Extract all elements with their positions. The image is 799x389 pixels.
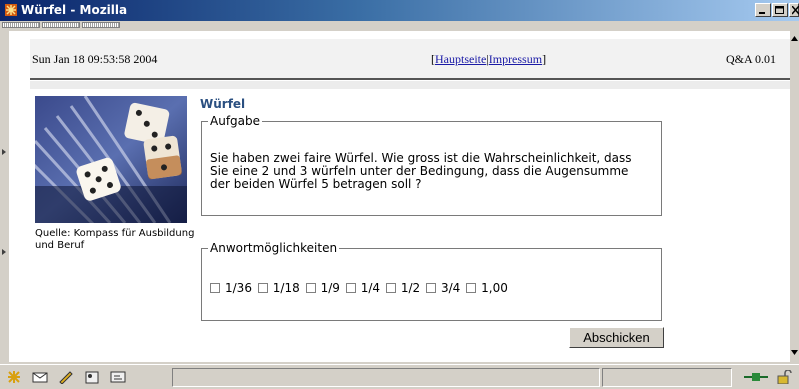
- expand-arrow-icon: [2, 149, 6, 155]
- task-text: Sie haben zwei faire Würfel. Wie gross i…: [210, 151, 632, 191]
- answer-label: 1/4: [360, 281, 381, 295]
- answer-checkbox[interactable]: [345, 283, 356, 293]
- answer-checkbox[interactable]: [257, 283, 268, 293]
- scroll-up-icon[interactable]: [790, 33, 799, 45]
- header-date: Sun Jan 18 09:53:58 2004: [32, 52, 158, 66]
- header-divider: [30, 78, 790, 80]
- answer-option[interactable]: 3/4: [425, 281, 461, 295]
- window-titlebar: Würfel - Mozilla: [0, 0, 799, 21]
- task-legend: Aufgabe: [210, 114, 261, 128]
- header-nav: [Hauptseite|Impressum]: [431, 52, 546, 67]
- page-viewport: Sun Jan 18 09:53:58 2004 [Hauptseite|Imp…: [9, 31, 790, 362]
- vertical-scrollbar[interactable]: [790, 31, 799, 362]
- irc-icon[interactable]: [110, 370, 126, 384]
- answer-checkbox[interactable]: [425, 283, 436, 293]
- online-plug-icon[interactable]: [744, 370, 768, 384]
- mail-icon[interactable]: [32, 370, 48, 384]
- page-title: Würfel: [200, 97, 246, 111]
- answer-option[interactable]: 1/4: [345, 281, 381, 295]
- submit-button[interactable]: Abschicken: [569, 327, 664, 348]
- answer-label: 1/2: [400, 281, 421, 295]
- link-impressum[interactable]: Impressum: [489, 52, 542, 66]
- progress-panel: [602, 368, 732, 387]
- mozilla-icon[interactable]: [6, 370, 22, 384]
- answer-options: 1/36 1/18 1/9 1/4 1/2 3/4 1,00: [210, 281, 510, 295]
- answer-option[interactable]: 1/9: [305, 281, 340, 295]
- nav-bracket: ]: [542, 52, 547, 66]
- image-source: Quelle: Kompass für Ausbildung und Beruf: [35, 228, 195, 251]
- addressbook-icon[interactable]: [84, 370, 100, 384]
- maximize-icon: [775, 6, 784, 14]
- answer-checkbox[interactable]: [210, 283, 220, 293]
- link-hauptseite[interactable]: Hauptseite: [435, 52, 486, 66]
- mozilla-app-icon: [5, 4, 17, 16]
- answer-label: 1/9: [320, 281, 340, 295]
- minimize-button[interactable]: [755, 3, 771, 17]
- dice-photo: [35, 96, 187, 223]
- answer-label: 3/4: [440, 281, 461, 295]
- answer-option[interactable]: 1/36: [210, 281, 252, 295]
- composer-icon[interactable]: [58, 370, 74, 384]
- status-text-panel: [172, 368, 600, 387]
- close-icon: [792, 6, 799, 15]
- answer-option[interactable]: 1,00: [466, 281, 508, 295]
- answer-option[interactable]: 1/2: [385, 281, 421, 295]
- answer-label: 1,00: [481, 281, 508, 295]
- padlock-open-icon[interactable]: [776, 370, 792, 384]
- answer-label: 1/18: [272, 281, 300, 295]
- header-strip: [30, 81, 790, 89]
- minimize-icon: [759, 12, 765, 14]
- answer-checkbox[interactable]: [305, 283, 316, 293]
- toolbar-grippy-strip: [0, 21, 799, 29]
- toolbar-grippy[interactable]: [82, 22, 120, 28]
- maximize-button[interactable]: [772, 3, 788, 17]
- sidebar-grippy[interactable]: [0, 29, 9, 364]
- toolbar-grippy[interactable]: [42, 22, 80, 28]
- answer-label: 1/36: [225, 281, 252, 295]
- answer-option[interactable]: 1/18: [257, 281, 300, 295]
- page-header: Sun Jan 18 09:53:58 2004 [Hauptseite|Imp…: [30, 39, 790, 79]
- answer-checkbox[interactable]: [466, 283, 477, 293]
- status-bar: [0, 364, 799, 389]
- answer-checkbox[interactable]: [385, 283, 396, 293]
- task-fieldset: Aufgabe Sie haben zwei faire Würfel. Wie…: [201, 114, 662, 216]
- answers-fieldset: Anwortmöglichkeiten 1/36 1/18 1/9 1/4 1/…: [201, 241, 662, 321]
- close-button[interactable]: [789, 3, 799, 17]
- answers-legend: Anwortmöglichkeiten: [210, 241, 338, 255]
- window-title: Würfel - Mozilla: [21, 3, 128, 17]
- toolbar-grippy[interactable]: [2, 22, 40, 28]
- header-version: Q&A 0.01: [726, 52, 777, 66]
- scroll-down-icon[interactable]: [790, 347, 799, 359]
- expand-arrow-icon: [2, 249, 6, 255]
